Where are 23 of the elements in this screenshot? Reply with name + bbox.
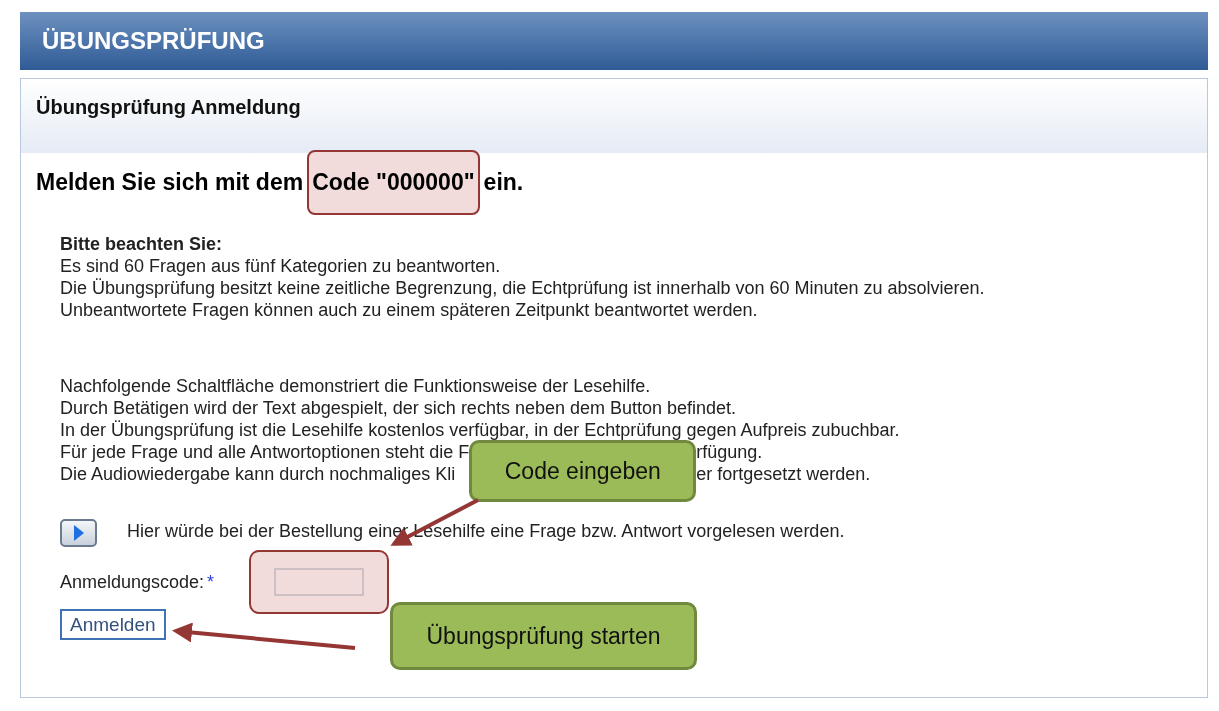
info-line-fragment: Für jede Frage und alle Antwortoptionen steht die F — [60, 441, 470, 463]
info-line: Durch Betätigen wird der Text abgespielt, der sich rechts neben dem Button befindet. — [60, 397, 738, 419]
code-input[interactable] — [274, 568, 365, 596]
heading-text: ein. — [483, 169, 524, 196]
play-icon — [73, 525, 84, 541]
highlighted-code: Code "000000" — [307, 150, 480, 215]
info-line-fragment: er fortgesetzt werden. — [696, 463, 871, 485]
play-button[interactable] — [60, 519, 97, 547]
login-button[interactable]: Anmelden — [60, 609, 166, 640]
info-line-fragment: rfügung. — [696, 441, 764, 463]
notice-line: Unbeantwortete Fragen können auch zu einem späteren Zeitpunkt beantwortet werden. — [60, 299, 759, 321]
heading-text: Melden Sie sich mit dem — [36, 169, 304, 196]
info-line-fragment: Die Audiowiedergabe kann durch nochmaliges Kli — [60, 463, 457, 485]
callout-label: Code eingeben — [469, 440, 697, 502]
info-line: In der Übungsprüfung ist die Lesehilfe kostenlos verfügbar, in der Echtprüfung gegen Aufpreis zubuchbar. — [60, 419, 901, 441]
notice-line: Es sind 60 Fragen aus fünf Kategorien zu beantworten. — [60, 255, 502, 277]
callout-label: Übungsprüfung starten — [390, 602, 697, 670]
field-label: Anmeldungscode: — [60, 571, 205, 593]
notice-title: Bitte beachten Sie: — [60, 233, 224, 255]
info-line: Nachfolgende Schaltfläche demonstriert die Funktionsweise der Lesehilfe. — [60, 375, 652, 397]
page-title: ÜBUNGSPRÜFUNG — [20, 12, 1208, 70]
required-mark: * — [207, 571, 215, 593]
notice-line: Die Übungsprüfung besitzt keine zeitliche Begrenzung, die Echtprüfung ist innerhalb von 60 Minuten zu absolvieren. — [60, 277, 986, 299]
